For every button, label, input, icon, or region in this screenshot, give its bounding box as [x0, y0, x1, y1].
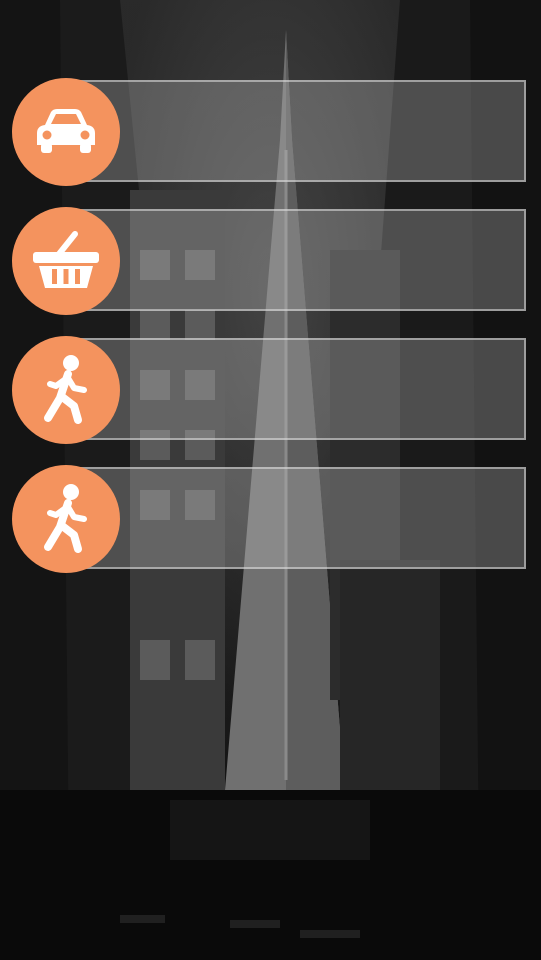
menu-row-panel[interactable]: [66, 338, 526, 440]
menu-row-shopping[interactable]: [12, 207, 528, 315]
walking-person-icon[interactable]: [12, 336, 120, 444]
menu-row-walking-1[interactable]: [12, 336, 528, 444]
shopping-basket-icon[interactable]: [12, 207, 120, 315]
menu-row-car[interactable]: [12, 78, 528, 186]
menu-row-panel[interactable]: [66, 467, 526, 569]
walking-person-icon[interactable]: [12, 465, 120, 573]
menu-row-walking-2[interactable]: [12, 465, 528, 573]
menu-row-panel[interactable]: [66, 209, 526, 311]
menu-row-panel[interactable]: [66, 80, 526, 182]
car-icon[interactable]: [12, 78, 120, 186]
app-screen: [0, 0, 541, 960]
